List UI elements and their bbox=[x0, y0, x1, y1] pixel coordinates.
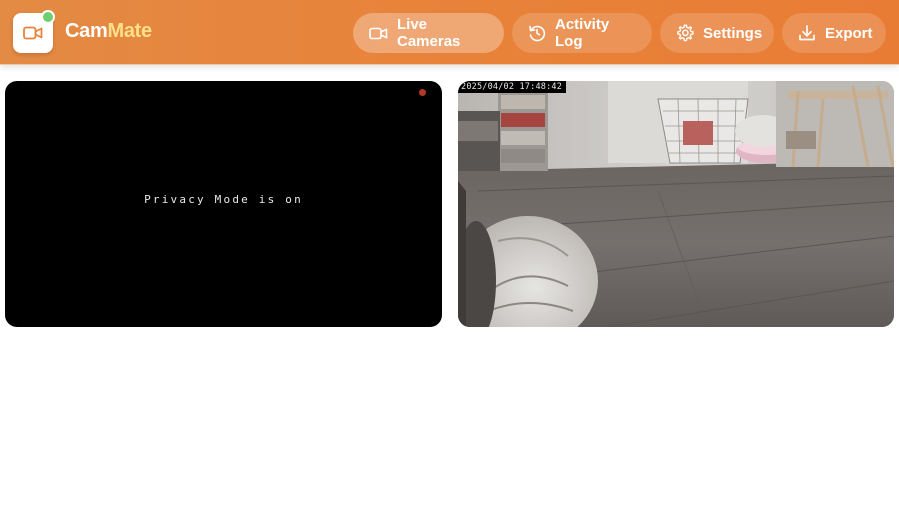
nav-label: Activity Log bbox=[555, 16, 610, 50]
top-bar: CamMate Live Cameras Activity Log Settin… bbox=[0, 0, 899, 65]
nav-export[interactable]: Export bbox=[782, 13, 886, 53]
camera-feed-1[interactable]: Privacy Mode is on bbox=[5, 81, 442, 327]
camera-feed-image bbox=[458, 81, 894, 327]
online-status-dot bbox=[41, 10, 55, 24]
nav-settings[interactable]: Settings bbox=[660, 13, 774, 53]
video-camera-icon bbox=[369, 27, 388, 39]
nav-activity-log[interactable]: Activity Log bbox=[512, 13, 652, 53]
nav-label: Settings bbox=[703, 24, 763, 42]
recording-indicator bbox=[419, 89, 426, 96]
video-camera-icon bbox=[23, 26, 43, 40]
nav-live-cameras[interactable]: Live Cameras bbox=[353, 13, 504, 53]
privacy-mode-message: Privacy Mode is on bbox=[144, 193, 303, 206]
app-title: CamMate bbox=[65, 20, 152, 43]
nav-label: Live Cameras bbox=[397, 16, 461, 50]
gear-icon bbox=[677, 24, 694, 42]
nav-label: Export bbox=[825, 24, 873, 42]
brand-prefix: Cam bbox=[65, 20, 108, 42]
feed-timestamp: 2025/04/02 17:48:42 bbox=[458, 81, 567, 93]
history-icon bbox=[529, 25, 546, 42]
camera-feed-2[interactable]: 2025/04/02 17:48:42 bbox=[458, 81, 894, 327]
brand-suffix: Mate bbox=[107, 20, 152, 42]
download-icon bbox=[799, 25, 815, 41]
